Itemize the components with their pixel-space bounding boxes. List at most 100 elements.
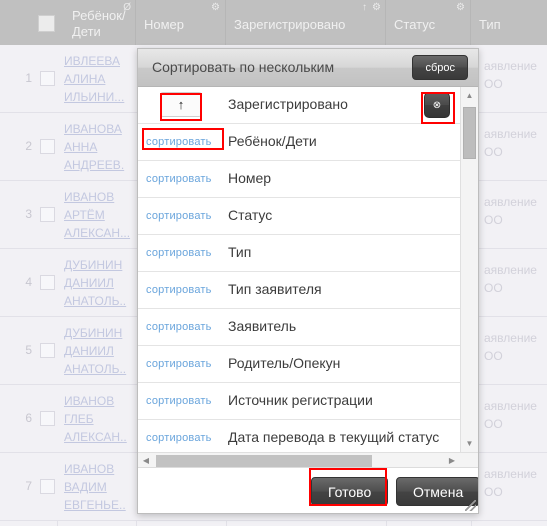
row-number: 3: [25, 207, 32, 221]
gear-icon[interactable]: ⚙: [211, 3, 220, 13]
column-header-label: Номер: [144, 17, 185, 32]
cell-type: аявление ОО: [484, 193, 547, 229]
cell-type-line: ОО: [484, 145, 503, 159]
horizontal-scroll-thumb[interactable]: [156, 455, 372, 467]
sort-field-row: сортировать Статус: [138, 198, 460, 235]
dialog-footer: Готово Отмена: [138, 467, 478, 513]
sort-field-label: Источник регистрации: [228, 392, 373, 408]
cell-type: аявление ОО: [484, 125, 547, 161]
column-header-label: Тип: [479, 17, 501, 32]
sort-link[interactable]: сортировать: [146, 247, 212, 259]
column-header-type[interactable]: Тип: [471, 0, 547, 45]
sort-field-row: сортировать Заявитель: [138, 309, 460, 346]
sort-link[interactable]: сортировать: [146, 173, 212, 185]
dialog-header: Сортировать по нескольким сброс: [138, 49, 478, 87]
dialog-body: ↑ Зарегистрировано ⊗ сортировать Ребёнок/…: [138, 87, 478, 469]
cell-type: аявление ОО: [484, 329, 547, 365]
sort-field-label: Тип: [228, 244, 252, 260]
sort-field-row: сортировать Источник регистрации: [138, 383, 460, 420]
row-number: 6: [25, 411, 32, 425]
grid-header-row: Ø Ребёнок/ Дети ⚙ Номер ↑ ⚙ Зарегистриро…: [0, 0, 547, 46]
row-checkbox[interactable]: [40, 275, 55, 290]
column-header-registered[interactable]: ↑ ⚙ Зарегистрировано: [226, 0, 386, 45]
scroll-up-arrow-icon[interactable]: ▲: [461, 87, 478, 104]
row-number: 5: [25, 343, 32, 357]
sort-link[interactable]: сортировать: [146, 432, 212, 444]
child-name-line: ИВАНОВ: [64, 394, 115, 408]
cell-child-name[interactable]: ИВАНОВ ГЛЕБ АЛЕКСАН..: [64, 392, 136, 446]
child-name-line: ДАНИИЛ: [64, 344, 114, 358]
row-checkbox[interactable]: [40, 139, 55, 154]
sort-link[interactable]: сортировать: [146, 284, 212, 296]
row-checkbox[interactable]: [40, 411, 55, 426]
child-name-line: АЛЕКСАН..: [64, 430, 127, 444]
cell-type-line: аявление: [484, 467, 537, 481]
select-all-checkbox[interactable]: [38, 15, 55, 32]
cell-type-line: аявление: [484, 399, 537, 413]
cell-child-name[interactable]: ИВАНОВ АРТЁМ АЛЕКСАН...: [64, 188, 136, 242]
column-header-label: Ребёнок/ Дети: [72, 8, 126, 39]
child-name-line: АРТЁМ: [64, 208, 105, 222]
cell-type: аявление ОО: [484, 261, 547, 297]
row-number: 2: [25, 139, 32, 153]
column-header-label: Статус: [394, 17, 436, 32]
sort-link[interactable]: сортировать: [146, 358, 212, 370]
child-name-line: АНДРЕЕВ.: [64, 158, 125, 172]
done-button[interactable]: Готово: [311, 477, 389, 506]
column-header-label: Зарегистрировано: [234, 17, 346, 32]
child-name-line: ГЛЕБ: [64, 412, 94, 426]
sort-field-label: Родитель/Опекун: [228, 355, 341, 371]
row-number: 1: [25, 71, 32, 85]
row-checkbox[interactable]: [40, 71, 55, 86]
row-checkbox[interactable]: [40, 207, 55, 222]
child-name-line: ДУБИНИН: [64, 258, 123, 272]
vertical-scrollbar[interactable]: ▲ ▼: [460, 87, 478, 452]
cell-type-line: ОО: [484, 349, 503, 363]
sort-link[interactable]: сортировать: [146, 210, 212, 222]
cell-child-name[interactable]: ИВЛЕЕВА АЛИНА ИЛЬИНИ...: [64, 52, 136, 106]
cell-child-name[interactable]: ИВАНОВ ВАДИМ ЕВГЕНЬЕ..: [64, 460, 136, 514]
cell-type-line: аявление: [484, 195, 537, 209]
sort-link[interactable]: сортировать: [146, 321, 212, 333]
column-header-child[interactable]: Ø Ребёнок/ Дети: [64, 0, 136, 45]
cell-type-line: ОО: [484, 77, 503, 91]
row-number: 4: [25, 275, 32, 289]
column-header-status[interactable]: ⚙ Статус: [386, 0, 471, 45]
cell-type: аявление ОО: [484, 57, 547, 93]
cell-type: аявление ОО: [484, 397, 547, 433]
sort-link[interactable]: сортировать: [146, 395, 212, 407]
sort-field-row: сортировать Номер: [138, 161, 460, 198]
reset-button[interactable]: сброс: [412, 55, 468, 80]
dialog-title: Сортировать по нескольким: [152, 59, 335, 75]
sort-field-label: Номер: [228, 170, 272, 186]
arrow-up-icon[interactable]: ↑: [362, 3, 367, 13]
cell-type-line: аявление: [484, 263, 537, 277]
row-checkbox[interactable]: [40, 479, 55, 494]
vertical-scroll-thumb[interactable]: [463, 107, 476, 159]
sort-field-row: сортировать Тип заявителя: [138, 272, 460, 309]
gear-icon[interactable]: ⚙: [372, 3, 381, 13]
sort-field-row: сортировать Дата перевода в текущий стату…: [138, 420, 460, 452]
cell-child-name[interactable]: ДУБИНИН ДАНИИЛ АНАТОЛЬ..: [64, 324, 136, 378]
sort-field-list: ↑ Зарегистрировано ⊗ сортировать Ребёнок/…: [138, 87, 460, 452]
sort-direction-button[interactable]: ↑: [160, 92, 202, 117]
cell-type-line: аявление: [484, 59, 537, 73]
sort-link[interactable]: сортировать: [146, 136, 212, 148]
active-sort-label: Зарегистрировано: [228, 96, 348, 112]
column-header-number[interactable]: ⚙ Номер: [136, 0, 226, 45]
remove-sort-button[interactable]: ⊗: [424, 92, 450, 118]
sort-field-row: сортировать Родитель/Опекун: [138, 346, 460, 383]
cell-child-name[interactable]: ДУБИНИН ДАНИИЛ АНАТОЛЬ..: [64, 256, 136, 310]
child-name-line: ДАНИИЛ: [64, 276, 114, 290]
cell-type-line: аявление: [484, 127, 537, 141]
cell-child-name[interactable]: ИВАНОВА АННА АНДРЕЕВ.: [64, 120, 136, 174]
resize-grip-icon[interactable]: [465, 500, 476, 511]
sort-field-label: Дата перевода в текущий статус: [228, 429, 440, 445]
row-checkbox[interactable]: [40, 343, 55, 358]
gear-icon[interactable]: ⚙: [456, 3, 465, 13]
child-name-line: ИВАНОВ: [64, 462, 115, 476]
sort-field-label: Статус: [228, 207, 273, 223]
app-root: Ø Ребёнок/ Дети ⚙ Номер ↑ ⚙ Зарегистриро…: [0, 0, 547, 526]
cell-type-line: ОО: [484, 281, 503, 295]
scroll-down-arrow-icon[interactable]: ▼: [461, 435, 478, 452]
